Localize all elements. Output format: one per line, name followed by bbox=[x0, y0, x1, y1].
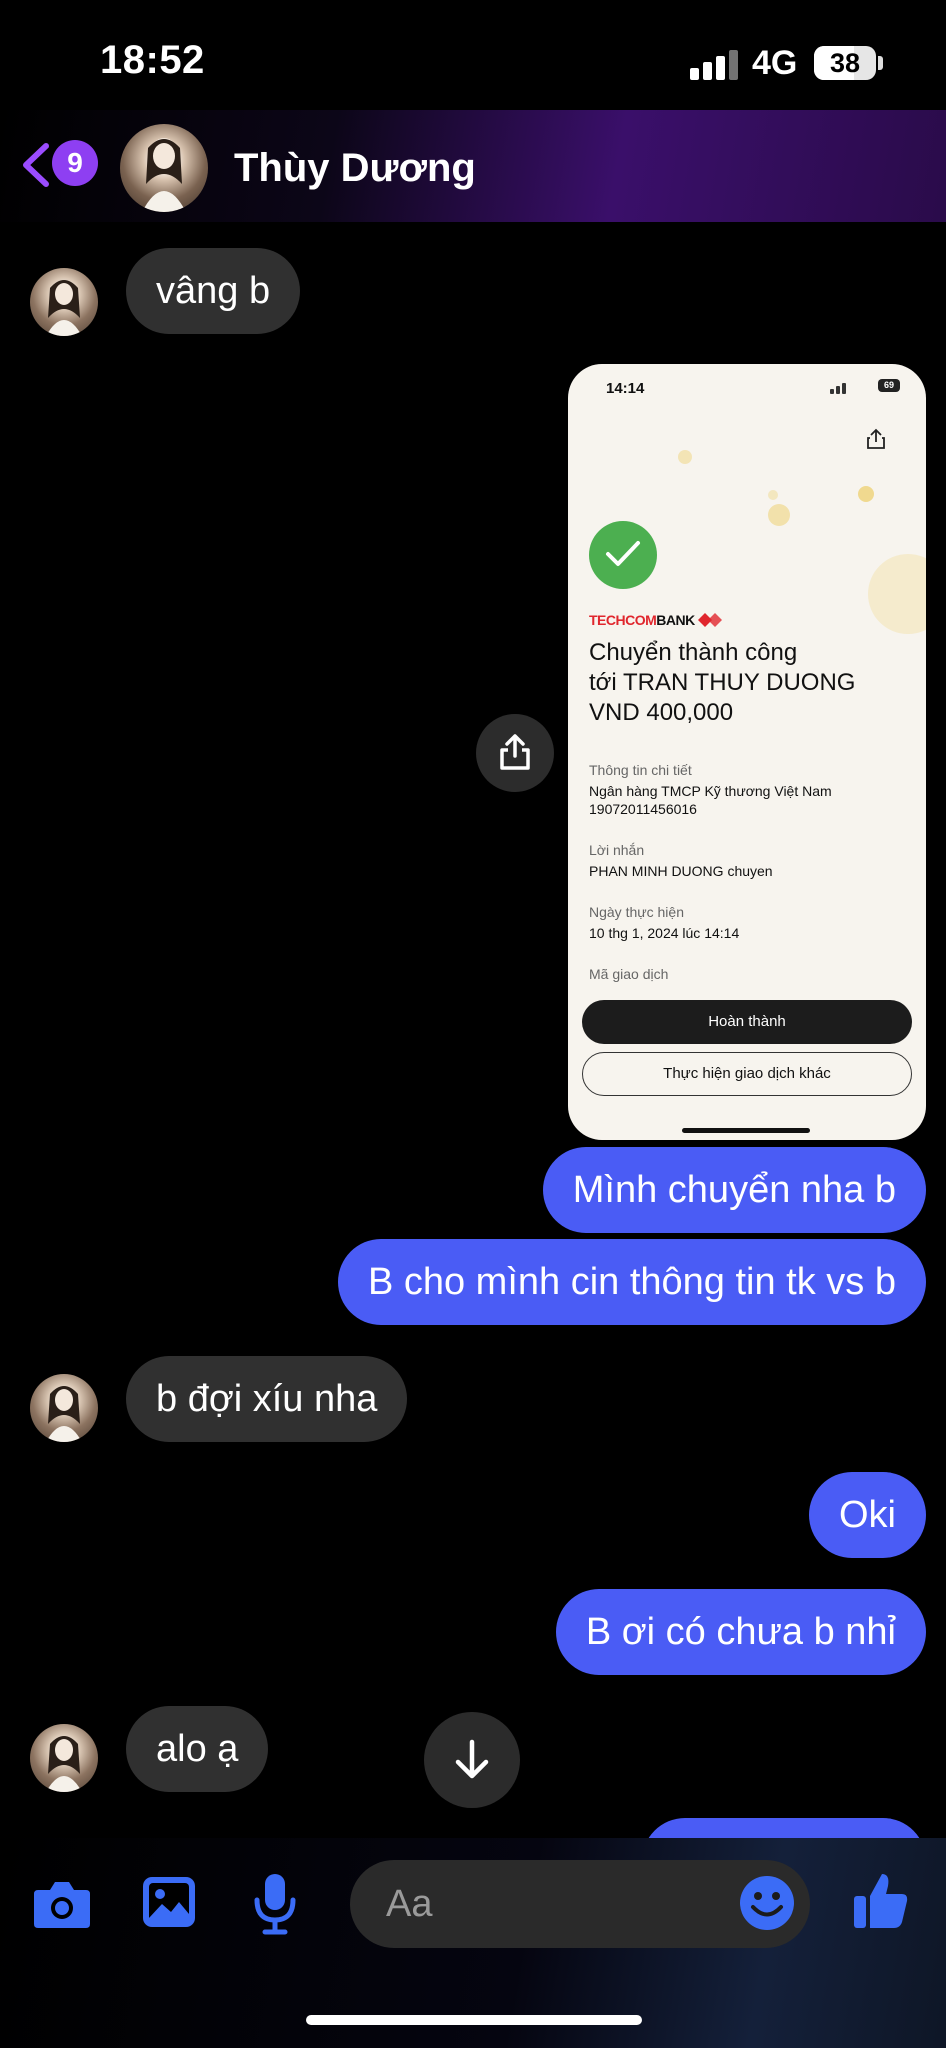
scroll-to-bottom-button[interactable] bbox=[424, 1712, 520, 1808]
shared-image[interactable]: 14:14 69 TECHCOMBANK Chuyển thành công t… bbox=[568, 364, 926, 1140]
emoji-icon[interactable] bbox=[738, 1874, 796, 1932]
microphone-icon[interactable] bbox=[252, 1872, 298, 1936]
back-button[interactable]: 9 bbox=[18, 136, 104, 192]
image-icon[interactable] bbox=[140, 1874, 198, 1930]
battery-icon: 38 bbox=[814, 46, 876, 80]
sender-avatar[interactable] bbox=[30, 1374, 98, 1442]
message-incoming[interactable]: alo ạ bbox=[126, 1706, 269, 1792]
detail-bank: Ngân hàng TMCP Kỹ thương Việt Nam bbox=[589, 783, 832, 799]
status-bar: 18:52 4G 38 bbox=[0, 0, 946, 110]
receipt-time: 14:14 bbox=[606, 380, 645, 397]
message-outgoing[interactable]: B cho mình cin thông tin tk vs b bbox=[337, 1239, 926, 1325]
arrow-down-icon bbox=[455, 1739, 489, 1779]
receipt-share-icon bbox=[867, 428, 885, 449]
bank-logo-text: TECHCOMBANK bbox=[589, 612, 695, 628]
composer-bar bbox=[0, 1838, 946, 2048]
unread-badge: 9 bbox=[52, 140, 98, 186]
message-outgoing[interactable]: B ơi có chưa b nhỉ bbox=[555, 1589, 926, 1675]
network-type: 4G bbox=[752, 44, 798, 82]
thumbs-up-icon[interactable] bbox=[852, 1870, 910, 1930]
message-value: PHAN MINH DUONG chuyen bbox=[589, 863, 773, 879]
message-outgoing[interactable]: Mình chuyển nha b bbox=[542, 1147, 926, 1233]
message-incoming[interactable]: vâng b bbox=[126, 248, 301, 334]
message-outgoing[interactable]: Oki bbox=[809, 1472, 926, 1558]
sender-avatar[interactable] bbox=[30, 268, 98, 336]
bank-logo-icon bbox=[698, 613, 722, 627]
message-input[interactable] bbox=[386, 1860, 726, 1948]
contact-avatar[interactable] bbox=[120, 124, 208, 212]
receipt-other-button: Thực hiện giao dịch khác bbox=[582, 1052, 912, 1096]
receipt-battery: 69 bbox=[878, 379, 900, 392]
back-icon bbox=[23, 143, 49, 187]
detail-label: Thông tin chi tiết bbox=[589, 762, 692, 778]
camera-icon[interactable] bbox=[32, 1878, 92, 1930]
chat-header: 9 Thùy Dương bbox=[0, 110, 946, 222]
date-label: Ngày thực hiện bbox=[589, 904, 684, 920]
home-indicator bbox=[306, 2015, 642, 2025]
receipt-done-button: Hoàn thành bbox=[582, 1000, 912, 1044]
sender-avatar[interactable] bbox=[30, 1724, 98, 1792]
success-check-icon bbox=[589, 521, 657, 589]
battery-level: 38 bbox=[829, 48, 861, 78]
detail-account: 19072011456016 bbox=[589, 801, 697, 817]
message-input-container[interactable] bbox=[350, 1860, 810, 1948]
share-icon bbox=[500, 734, 530, 770]
share-button[interactable] bbox=[476, 714, 554, 792]
contact-name[interactable]: Thùy Dương bbox=[234, 146, 476, 191]
date-value: 10 thg 1, 2024 lúc 14:14 bbox=[589, 925, 740, 941]
receipt-home-indicator bbox=[682, 1128, 810, 1133]
message-label: Lời nhắn bbox=[589, 842, 645, 858]
status-time: 18:52 bbox=[100, 38, 205, 82]
txn-label: Mã giao dịch bbox=[589, 966, 669, 982]
battery-tip bbox=[878, 56, 883, 70]
signal-icon bbox=[690, 48, 738, 80]
message-incoming[interactable]: b đợi xíu nha bbox=[126, 1356, 408, 1442]
receipt-title: Chuyển thành công tới TRAN THUY DUONG VN… bbox=[589, 639, 856, 726]
